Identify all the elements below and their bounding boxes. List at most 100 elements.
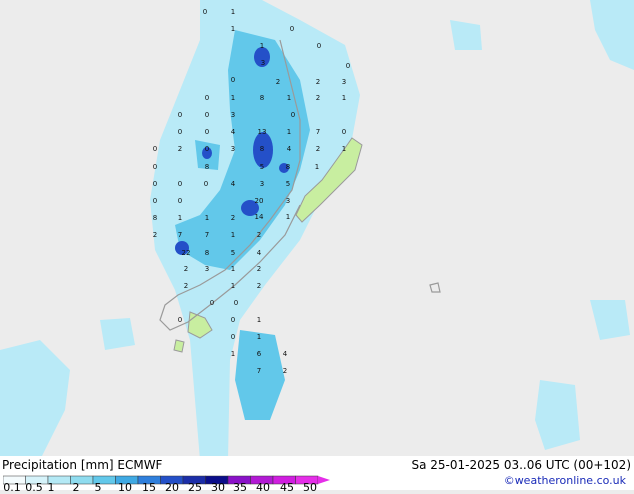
precip-value: 0 (205, 111, 209, 119)
precip-value: 1 (257, 316, 261, 324)
precip-value: 0 (203, 8, 207, 16)
precip-value: 0 (153, 145, 157, 153)
footer-bar: Precipitation [mm] ECMWF Sa 25-01-2025 0… (0, 456, 634, 494)
precip-value: 8 (205, 249, 209, 257)
legend-label: 30 (211, 481, 225, 494)
precip-value: 0 (234, 299, 238, 307)
precip-value: 0 (346, 62, 350, 70)
precip-value: 4 (287, 145, 292, 153)
precip-value: 1 (287, 128, 291, 136)
precip-value: 4 (231, 128, 236, 136)
precip-value: 0 (205, 128, 209, 136)
legend-label: 35 (233, 481, 247, 494)
legend-label: 10 (118, 481, 132, 494)
precip-value: 0 (210, 299, 214, 307)
precip-value: 1 (178, 214, 182, 222)
legend-label: 40 (256, 481, 270, 494)
precip-value: 22 (182, 249, 191, 257)
precip-value: 0 (205, 145, 209, 153)
precip-value: 2 (231, 214, 235, 222)
precip-value: 1 (205, 214, 209, 222)
precip-value: 2 (184, 265, 188, 273)
precip-value: 8 (260, 145, 264, 153)
precip-value: 3 (261, 59, 265, 67)
precip-value: 3 (260, 180, 264, 188)
precip-value: 7 (257, 367, 261, 375)
precip-value: 3 (231, 145, 235, 153)
map-title: Precipitation [mm] ECMWF (2, 458, 163, 472)
precip-value: 0 (178, 316, 182, 324)
precip-value: 0 (317, 42, 321, 50)
precip-value: 20 (255, 197, 264, 205)
precip-value: 0 (153, 180, 157, 188)
precip-value: 1 (231, 265, 235, 273)
precip-value: 1 (231, 282, 235, 290)
precip-value: 2 (316, 145, 320, 153)
legend-label: 5 (94, 481, 102, 494)
legend-label: 0.1 (3, 481, 21, 494)
precip-value: 8 (153, 214, 157, 222)
legend-label: 45 (280, 481, 294, 494)
precip-value: 14 (255, 213, 264, 221)
precip-value: 5 (260, 163, 264, 171)
precip-value: 1 (342, 145, 346, 153)
precip-value: 4 (231, 180, 236, 188)
legend-label: 50 (303, 481, 317, 494)
precip-value: 2 (257, 282, 261, 290)
precip-value: 0 (178, 128, 182, 136)
precip-value: 0 (231, 76, 235, 84)
precip-value: 4 (283, 350, 288, 358)
precip-value: 1 (286, 213, 290, 221)
precip-value: 1 (231, 8, 235, 16)
precip-value: 0 (178, 180, 182, 188)
precip-value: 5 (231, 249, 235, 257)
precip-value: 1 (260, 42, 264, 50)
precip-value: 1 (257, 333, 261, 341)
precip-value: 2 (257, 265, 261, 273)
precip-value: 1 (315, 163, 319, 171)
precip-value: 1 (287, 94, 291, 102)
precip-value: 0 (204, 180, 208, 188)
precip-value: 0 (178, 111, 182, 119)
precip-value: 1 (231, 94, 235, 102)
precip-value: 3 (205, 265, 209, 273)
precip-value: 0 (231, 333, 235, 341)
precip-value: 7 (178, 231, 182, 239)
legend-label: 0.5 (25, 481, 43, 494)
precip-value: 0 (231, 316, 235, 324)
precip-value: 0 (178, 197, 182, 205)
precip-value: 2 (316, 78, 320, 86)
precip-value: 6 (257, 350, 262, 358)
legend-label: 1 (47, 481, 55, 494)
legend-label: 25 (188, 481, 202, 494)
precip-value: 3 (342, 78, 346, 86)
precip-value: 8 (205, 163, 209, 171)
precip-value: 1 (342, 94, 346, 102)
precip-value: 3 (286, 197, 290, 205)
precipitation-map[interactable]: 1 1 3 0 0 0 1 2 0 0 0 2 3 8 0 1 1 2 1 3 0 0 0 0 3 8 13 1 7 0 0 2 4 0 8 5 8 4 2… (0, 0, 634, 460)
credit-link[interactable]: ©weatheronline.co.uk (504, 474, 626, 487)
precip-value: 1 (231, 25, 235, 33)
precip-value: 2 (184, 282, 188, 290)
valid-time: Sa 25-01-2025 03..06 UTC (00+102) (411, 458, 631, 472)
precip-value: 0 (290, 25, 294, 33)
precip-value: 13 (258, 128, 267, 136)
precip-value: 2 (283, 367, 287, 375)
precip-value: 4 (257, 249, 262, 257)
precip-value: 2 (316, 94, 320, 102)
precip-value: 2 (178, 145, 182, 153)
precip-value: 2 (276, 78, 280, 86)
precip-value: 8 (286, 163, 290, 171)
precip-value: 0 (153, 163, 157, 171)
precip-value: 7 (316, 128, 320, 136)
precip-value: 7 (205, 231, 209, 239)
precip-value: 1 (231, 231, 235, 239)
legend-label: 20 (165, 481, 179, 494)
precip-value: 8 (260, 94, 264, 102)
precip-value: 0 (342, 128, 346, 136)
precip-value: 2 (153, 231, 157, 239)
precip-value: 5 (286, 180, 290, 188)
precip-value: 0 (205, 94, 209, 102)
precip-value: 2 (257, 231, 261, 239)
precip-value: 0 (153, 197, 157, 205)
